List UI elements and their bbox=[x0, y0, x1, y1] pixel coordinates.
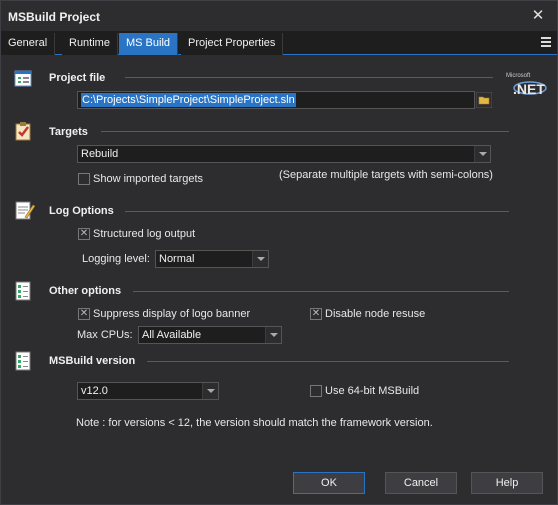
tab-strip: General Runtime MS Build Project Propert… bbox=[1, 31, 557, 55]
log-options-icon bbox=[15, 201, 35, 220]
log-options-title: Log Options bbox=[49, 205, 114, 217]
chevron-down-icon[interactable] bbox=[202, 383, 218, 399]
project-file-path: C:\Projects\SimpleProject\SimpleProject.… bbox=[81, 93, 296, 107]
logging-level-label: Logging level: bbox=[82, 253, 150, 265]
msbuild-project-dialog: MSBuild Project ✕ General Runtime MS Bui… bbox=[0, 0, 558, 505]
chevron-down-icon[interactable] bbox=[252, 251, 268, 267]
svg-text:.NET: .NET bbox=[513, 81, 545, 97]
section-divider bbox=[133, 291, 509, 292]
section-divider bbox=[125, 211, 509, 212]
targets-combo[interactable]: Rebuild bbox=[77, 145, 491, 163]
section-divider bbox=[147, 361, 509, 362]
version-note: Note : for versions < 12, the version sh… bbox=[76, 417, 433, 429]
max-cpus-label: Max CPUs: bbox=[77, 329, 133, 341]
use-64-bit-msbuild-label: Use 64-bit MSBuild bbox=[325, 385, 420, 397]
tab-general[interactable]: General bbox=[1, 33, 56, 55]
show-imported-targets-label: Show imported targets bbox=[93, 173, 204, 185]
structured-log-output-label: Structured log output bbox=[93, 228, 196, 240]
targets-title: Targets bbox=[49, 126, 88, 138]
msbuild-version-title: MSBuild version bbox=[49, 355, 136, 367]
targets-value: Rebuild bbox=[81, 148, 119, 160]
cancel-button[interactable]: Cancel bbox=[385, 472, 457, 494]
show-imported-targets-checkbox[interactable] bbox=[78, 173, 90, 185]
title-bar: MSBuild Project ✕ bbox=[1, 1, 557, 31]
msbuild-version-icon bbox=[15, 351, 31, 371]
svg-text:Microsoft: Microsoft bbox=[506, 73, 531, 79]
tab-ms-build[interactable]: MS Build bbox=[119, 33, 179, 55]
use-64-bit-msbuild-checkbox[interactable] bbox=[310, 385, 322, 397]
logging-level-value: Normal bbox=[159, 253, 195, 265]
disable-node-reuse-checkbox[interactable]: ✕ bbox=[310, 308, 322, 320]
tab-overflow-menu-icon[interactable] bbox=[541, 37, 551, 47]
window-title: MSBuild Project bbox=[8, 10, 101, 24]
logging-level-select[interactable]: Normal bbox=[155, 250, 269, 268]
msbuild-version-select[interactable]: v12.0 bbox=[77, 382, 219, 400]
close-icon[interactable]: ✕ bbox=[529, 7, 547, 25]
other-options-icon bbox=[15, 281, 31, 301]
ok-button[interactable]: OK bbox=[293, 472, 365, 494]
tab-project-properties[interactable]: Project Properties bbox=[181, 33, 284, 55]
max-cpus-select[interactable]: All Available bbox=[138, 326, 282, 344]
dotnet-logo: Microsoft .NET bbox=[506, 73, 547, 97]
chevron-down-icon[interactable] bbox=[474, 146, 490, 162]
project-file-input[interactable]: C:\Projects\SimpleProject\SimpleProject.… bbox=[77, 91, 475, 109]
disable-node-reuse-label: Disable node resuse bbox=[325, 308, 426, 320]
section-divider bbox=[125, 77, 493, 78]
targets-hint: (Separate multiple targets with semi-col… bbox=[279, 169, 493, 181]
suppress-logo-banner-checkbox[interactable]: ✕ bbox=[78, 308, 90, 320]
other-options-title: Other options bbox=[49, 285, 122, 297]
chevron-down-icon[interactable] bbox=[265, 327, 281, 343]
project-file-title: Project file bbox=[49, 72, 106, 84]
suppress-logo-banner-label: Suppress display of logo banner bbox=[93, 308, 251, 320]
project-file-icon bbox=[14, 70, 32, 87]
folder-browse-icon[interactable] bbox=[476, 92, 492, 108]
targets-icon bbox=[15, 122, 31, 141]
tab-runtime[interactable]: Runtime bbox=[62, 33, 118, 55]
msbuild-version-value: v12.0 bbox=[81, 385, 108, 397]
structured-log-output-checkbox[interactable]: ✕ bbox=[78, 228, 90, 240]
section-divider bbox=[101, 131, 509, 132]
max-cpus-value: All Available bbox=[142, 329, 202, 341]
help-button[interactable]: Help bbox=[471, 472, 543, 494]
